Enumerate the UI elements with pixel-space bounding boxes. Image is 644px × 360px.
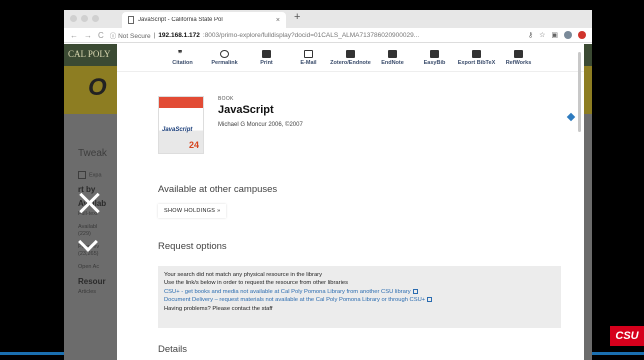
- tab-title: JavaScript - California State Pol: [138, 17, 223, 23]
- csu-plus-link-row: CSU+ - get books and media not available…: [164, 288, 555, 296]
- site-logo: CAL POLY: [68, 49, 111, 59]
- file-icon: [430, 49, 439, 58]
- checkbox-icon[interactable]: [78, 171, 86, 179]
- url-host: 192.168.1.172: [158, 31, 200, 39]
- security-indicator[interactable]: ⓘ Not Secure: [110, 30, 151, 40]
- browser-tab[interactable]: JavaScript - California State Pol ×: [122, 12, 286, 28]
- request-options-heading: Request options: [158, 241, 227, 252]
- avatar[interactable]: [564, 31, 572, 39]
- maximize-window-button[interactable]: [92, 15, 99, 22]
- panel-scrollbar[interactable]: [578, 52, 581, 132]
- window-controls: [70, 15, 99, 22]
- file-icon: [388, 49, 397, 58]
- tab-close-icon[interactable]: ×: [276, 17, 280, 24]
- url-separator: |: [153, 31, 156, 39]
- star-icon[interactable]: ☆: [539, 31, 545, 39]
- export-bibtex-button[interactable]: Export BibTeX: [456, 49, 498, 66]
- quote-icon: ❞: [178, 48, 183, 58]
- page-content: CAL POLY O Tweak Expa rt by Availab Full…: [64, 44, 592, 360]
- request-options-box: Your search did not match any physical r…: [158, 266, 561, 328]
- action-toolbar: ❞ Citation Permalink Print E-Mail Zotero…: [117, 44, 584, 72]
- url-path: :8003/primo-explore/fulldisplay?docid=01…: [202, 31, 420, 39]
- browser-toolbar-icons: ⚷ ☆ ▣: [528, 31, 586, 39]
- record-author: Michael G Moncur 2006, ©2007: [218, 122, 303, 128]
- cover-title: JavaScript: [162, 127, 193, 133]
- forward-button[interactable]: →: [84, 31, 92, 40]
- tab-bar: JavaScript - California State Pol × +: [64, 10, 592, 28]
- print-icon: [262, 49, 271, 58]
- record-meta: BOOK JavaScript Michael G Moncur 2006, ©…: [218, 96, 303, 128]
- print-button[interactable]: Print: [246, 49, 288, 66]
- available-other-heading: Available at other campuses: [158, 184, 278, 195]
- file-icon: [346, 49, 355, 58]
- document-delivery-link-row: Document Delivery – request materials no…: [164, 296, 555, 304]
- file-icon: [514, 49, 523, 58]
- accent-bar-left: [0, 352, 64, 355]
- csu-badge: CSU: [610, 326, 644, 346]
- extension-icon[interactable]: ▣: [551, 31, 558, 39]
- request-message-1: Your search did not match any physical r…: [164, 272, 322, 278]
- pin-icon[interactable]: [566, 112, 576, 122]
- csu-plus-link[interactable]: CSU+ - get books and media not available…: [164, 289, 411, 295]
- show-holdings-button[interactable]: SHOW HOLDINGS »: [158, 204, 227, 218]
- mail-icon: [304, 49, 313, 58]
- easybib-button[interactable]: EasyBib: [414, 49, 456, 66]
- banner-logo-icon: O: [88, 74, 107, 101]
- citation-button[interactable]: ❞ Citation: [162, 48, 204, 66]
- request-message-2: Use the link/s below in order to request…: [164, 280, 348, 287]
- file-icon: [472, 49, 481, 58]
- reload-button[interactable]: C: [98, 31, 104, 40]
- book-cover: JavaScript 24: [158, 96, 204, 154]
- email-button[interactable]: E-Mail: [288, 49, 330, 66]
- new-tab-button[interactable]: +: [294, 11, 300, 23]
- browser-window: JavaScript - California State Pol × + ← …: [64, 10, 592, 360]
- key-icon[interactable]: ⚷: [528, 31, 533, 39]
- address-bar: ← → C ⓘ Not Secure | 192.168.1.172 :8003…: [64, 28, 592, 43]
- record-title: JavaScript: [218, 104, 274, 116]
- cover-number: 24: [188, 140, 199, 150]
- back-button[interactable]: ←: [70, 31, 78, 40]
- request-help-text: Having problems? Please contact the staf…: [164, 305, 273, 312]
- external-link-icon: [412, 288, 418, 294]
- external-link-icon: [427, 297, 433, 303]
- minimize-window-button[interactable]: [81, 15, 88, 22]
- link-icon: [220, 49, 229, 58]
- permalink-button[interactable]: Permalink: [204, 49, 246, 66]
- document-icon: [128, 16, 134, 24]
- full-display-panel: ❞ Citation Permalink Print E-Mail Zotero…: [117, 44, 584, 360]
- record-summary: JavaScript 24 BOOK JavaScript Michael G …: [158, 96, 578, 166]
- url-field[interactable]: ⓘ Not Secure | 192.168.1.172 :8003/primo…: [110, 30, 522, 41]
- close-window-button[interactable]: [70, 15, 77, 22]
- details-heading: Details: [158, 344, 188, 355]
- close-icon[interactable]: [78, 192, 100, 214]
- refworks-button[interactable]: RefWorks: [498, 49, 540, 66]
- endnote-button[interactable]: EndNote: [372, 49, 414, 66]
- record-type: BOOK: [218, 96, 234, 102]
- zotero-endnote-button[interactable]: Zotero/Endnote: [330, 49, 372, 66]
- extension-red-icon[interactable]: [578, 31, 586, 39]
- accent-bar-right: [592, 352, 644, 355]
- document-delivery-link[interactable]: Document Delivery – request materials no…: [164, 297, 425, 303]
